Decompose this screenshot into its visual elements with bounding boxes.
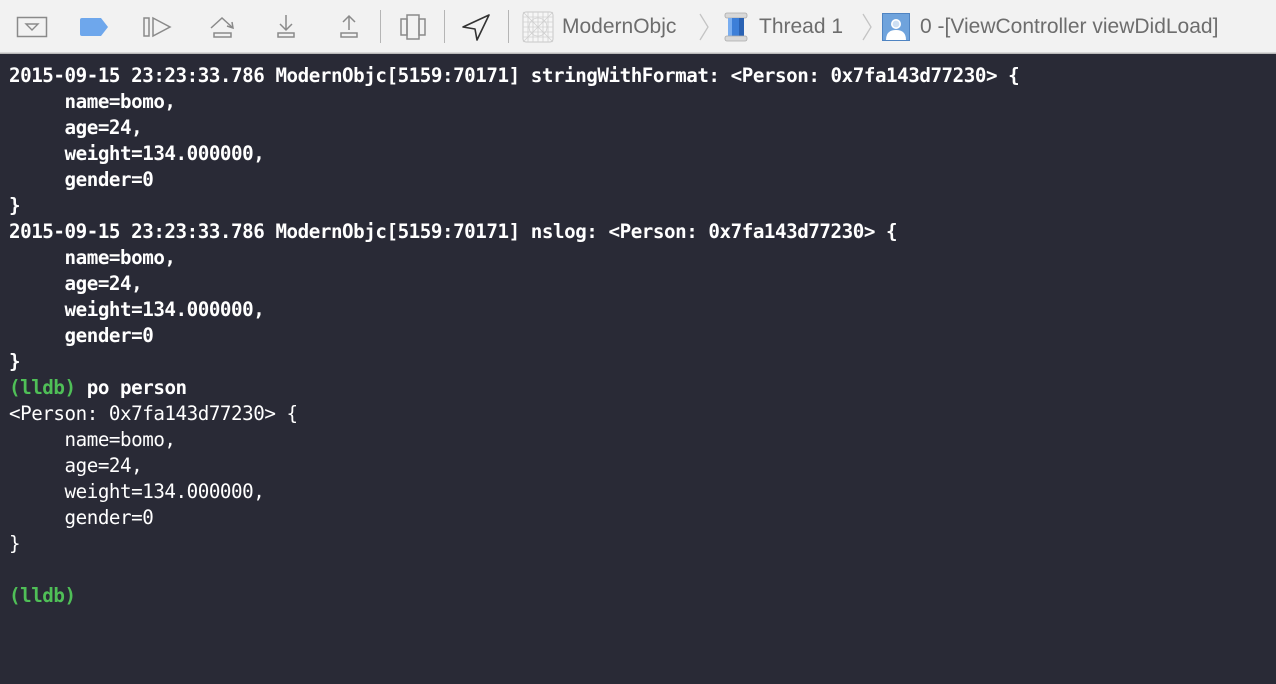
lldb-command-line: (lldb) po person — [9, 375, 187, 401]
app-icon — [522, 11, 554, 43]
log-line: age=24, — [9, 116, 143, 139]
location-arrow-icon — [462, 14, 490, 41]
step-into-button[interactable] — [271, 12, 301, 42]
toolbar-separator — [380, 10, 381, 43]
lldb-command: po person — [75, 376, 187, 399]
stack-frame-user-icon — [882, 13, 910, 41]
output-line: weight=134.000000, — [9, 480, 265, 503]
debug-area-toggle-icon — [16, 16, 48, 38]
breadcrumb-frame[interactable]: 0 -[ViewController viewDidLoad] — [882, 11, 1218, 43]
log-line: 2015-09-15 23:23:33.786 ModernObjc[5159:… — [9, 220, 898, 243]
chevron-right-icon — [699, 13, 709, 41]
breadcrumb-frame-label: 0 -[ViewController viewDidLoad] — [920, 15, 1219, 38]
thread-spool-icon — [724, 12, 748, 42]
breadcrumb-app[interactable]: ModernObjc — [522, 11, 676, 43]
log-line: name=bomo, — [9, 246, 176, 269]
breadcrumb-thread-label: Thread 1 — [759, 15, 844, 38]
debug-console[interactable]: 2015-09-15 23:23:33.786 ModernObjc[5159:… — [0, 54, 1276, 684]
breakpoint-icon — [80, 18, 108, 36]
log-line: weight=134.000000, — [9, 298, 265, 321]
lldb-input-line[interactable]: (lldb) — [9, 583, 76, 609]
continue-icon — [143, 16, 172, 38]
output-line: name=bomo, — [9, 428, 176, 451]
debug-bar: ModernObjc Thread 1 0 -[ViewController v… — [0, 0, 1276, 54]
output-line: gender=0 — [9, 506, 154, 529]
breadcrumb-app-label: ModernObjc — [562, 15, 677, 38]
chevron-right-icon — [862, 13, 872, 41]
breadcrumb-thread[interactable]: Thread 1 — [722, 11, 843, 43]
step-over-button[interactable] — [207, 12, 239, 42]
view-hierarchy-icon — [400, 14, 426, 40]
output-line: } — [9, 532, 21, 555]
step-over-icon — [210, 16, 234, 38]
hide-debug-area-button[interactable] — [15, 12, 49, 42]
debug-view-hierarchy-button[interactable] — [398, 12, 428, 42]
step-into-icon — [277, 15, 295, 38]
output-line: <Person: 0x7fa143d77230> { — [9, 402, 298, 425]
step-out-icon — [340, 14, 358, 38]
output-line: age=24, — [9, 454, 143, 477]
breakpoints-toggle-button[interactable] — [78, 12, 110, 42]
toolbar-separator — [508, 10, 509, 43]
log-line: } — [9, 194, 21, 217]
lldb-prompt: (lldb) — [9, 376, 76, 399]
log-line: weight=134.000000, — [9, 142, 265, 165]
log-line: name=bomo, — [9, 90, 176, 113]
log-line: 2015-09-15 23:23:33.786 ModernObjc[5159:… — [9, 64, 1020, 87]
log-line: gender=0 — [9, 324, 154, 347]
log-line: gender=0 — [9, 168, 154, 191]
continue-button[interactable] — [142, 12, 174, 42]
log-line: age=24, — [9, 272, 143, 295]
lldb-prompt: (lldb) — [9, 584, 76, 607]
step-out-button[interactable] — [334, 12, 364, 42]
log-line: } — [9, 350, 21, 373]
toolbar-separator — [444, 10, 445, 43]
simulate-location-button[interactable] — [460, 12, 492, 42]
